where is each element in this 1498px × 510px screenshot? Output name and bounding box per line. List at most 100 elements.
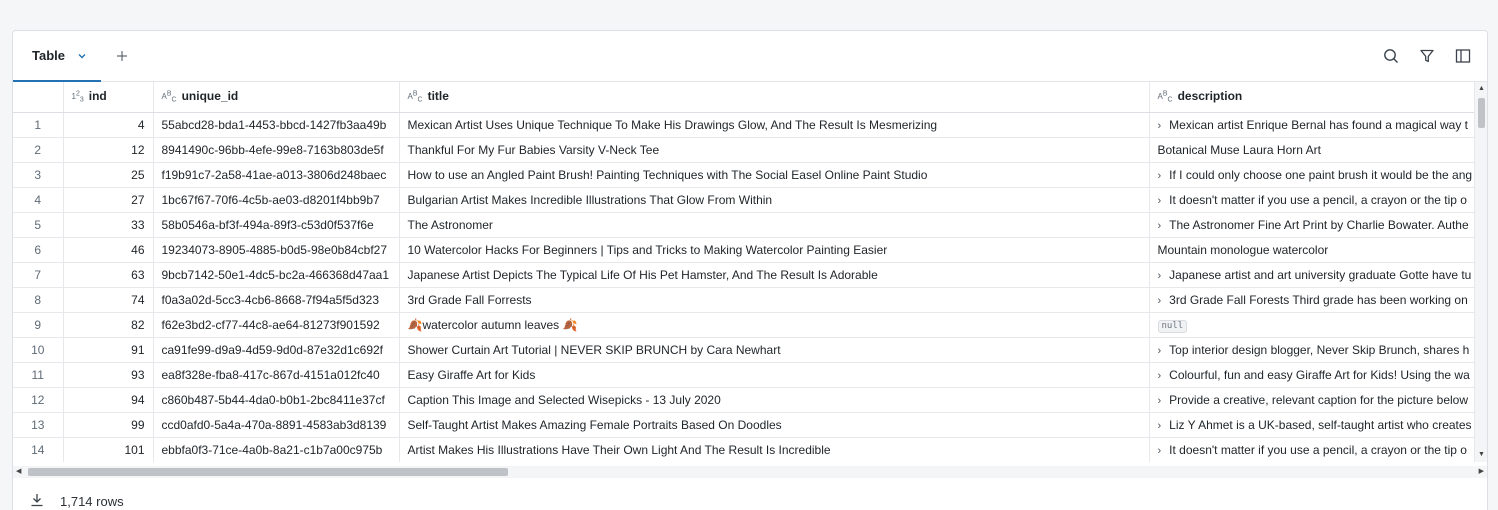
row-number-cell[interactable]: 3 <box>13 162 64 188</box>
description-cell[interactable]: › Provide a creative, relevant caption fo… <box>1149 387 1487 413</box>
description-cell[interactable]: › Liz Y Ahmet is a UK-based, self-taught … <box>1149 412 1487 438</box>
description-cell[interactable]: › If I could only choose one paint brush … <box>1149 162 1487 188</box>
ind-cell[interactable]: 94 <box>63 387 154 413</box>
expand-chevron-icon[interactable]: › <box>1158 120 1162 132</box>
unique-id-cell[interactable]: 9bcb7142-50e1-4dc5-bc2a-466368d47aa1 <box>153 262 400 288</box>
table-row[interactable]: 2 12 8941490c-96bb-4efe-99e8-7163b803de5f T… <box>13 137 1487 163</box>
table-row[interactable]: 3 25 f19b91c7-2a58-41ae-a013-3806d248baec H… <box>13 162 1487 188</box>
ind-cell[interactable]: 27 <box>63 187 154 213</box>
row-number-cell[interactable]: 6 <box>13 237 64 263</box>
scroll-left-icon[interactable]: ◀ <box>16 466 21 478</box>
scroll-down-icon[interactable]: ▼ <box>1477 451 1486 459</box>
unique-id-cell[interactable]: c860b487-5b44-4da0-b0b1-2bc8411e37cf <box>153 387 400 413</box>
row-number-cell[interactable]: 14 <box>13 437 64 462</box>
table-row[interactable]: 11 93 ea8f328e-fba8-417c-867d-4151a012fc40… <box>13 362 1487 388</box>
description-cell[interactable]: › Top interior design blogger, Never Skip… <box>1149 337 1487 363</box>
ind-cell[interactable]: 25 <box>63 162 154 188</box>
description-cell[interactable]: › 3rd Grade Fall Forests Third grade has … <box>1149 287 1487 313</box>
description-cell[interactable]: Botanical Muse Laura Horn Art <box>1149 137 1487 163</box>
column-header-ind[interactable]: 123 ind <box>63 82 154 113</box>
title-cell[interactable]: Shower Curtain Art Tutorial | NEVER SKIP… <box>399 337 1150 363</box>
scroll-up-icon[interactable]: ▲ <box>1477 85 1486 93</box>
expand-chevron-icon[interactable]: › <box>1158 345 1162 357</box>
scroll-right-icon[interactable]: ▶ <box>1479 466 1484 478</box>
row-number-cell[interactable]: 9 <box>13 312 64 338</box>
column-header-unique-id[interactable]: ABC unique_id <box>153 82 400 113</box>
sidebar-toggle-icon[interactable] <box>1454 47 1472 65</box>
unique-id-cell[interactable]: ca91fe99-d9a9-4d59-9d0d-87e32d1c692f <box>153 337 400 363</box>
table-row[interactable]: 13 99 ccd0afd0-5a4a-470a-8891-4583ab3d8139… <box>13 412 1487 438</box>
description-cell[interactable]: › Japanese artist and art university grad… <box>1149 262 1487 288</box>
expand-chevron-icon[interactable]: › <box>1158 295 1162 307</box>
description-cell[interactable]: null <box>1149 312 1487 338</box>
ind-cell[interactable]: 91 <box>63 337 154 363</box>
download-icon[interactable] <box>30 493 44 510</box>
unique-id-cell[interactable]: 58b0546a-bf3f-494a-89f3-c53d0f537f6e <box>153 212 400 238</box>
ind-cell[interactable]: 63 <box>63 262 154 288</box>
description-cell[interactable]: › It doesn't matter if you use a pencil, … <box>1149 437 1487 462</box>
table-row[interactable]: 9 82 f62e3bd2-cf77-44c8-ae64-81273f901592 🍂… <box>13 312 1487 338</box>
ind-cell[interactable]: 33 <box>63 212 154 238</box>
title-cell[interactable]: Thankful For My Fur Babies Varsity V-Nec… <box>399 137 1150 163</box>
expand-chevron-icon[interactable]: › <box>1158 445 1162 457</box>
row-number-cell[interactable]: 10 <box>13 337 64 363</box>
expand-chevron-icon[interactable]: › <box>1158 270 1162 282</box>
row-number-cell[interactable]: 1 <box>13 112 64 138</box>
vertical-scroll-thumb[interactable] <box>1478 98 1485 128</box>
expand-chevron-icon[interactable]: › <box>1158 220 1162 232</box>
table-row[interactable]: 6 46 19234073-8905-4885-b0d5-98e0b84cbf27 1… <box>13 237 1487 263</box>
ind-cell[interactable]: 12 <box>63 137 154 163</box>
title-cell[interactable]: 🍂watercolor autumn leaves 🍂 <box>399 312 1150 338</box>
table-row[interactable]: 10 91 ca91fe99-d9a9-4d59-9d0d-87e32d1c692f… <box>13 337 1487 363</box>
table-row[interactable]: 14 101 ebbfa0f3-71ce-4a0b-8a21-c1b7a00c975… <box>13 437 1487 462</box>
row-number-cell[interactable]: 11 <box>13 362 64 388</box>
title-cell[interactable]: Japanese Artist Depicts The Typical Life… <box>399 262 1150 288</box>
unique-id-cell[interactable]: ccd0afd0-5a4a-470a-8891-4583ab3d8139 <box>153 412 400 438</box>
row-number-cell[interactable]: 2 <box>13 137 64 163</box>
horizontal-scroll-thumb[interactable] <box>28 468 508 476</box>
row-number-cell[interactable]: 7 <box>13 262 64 288</box>
table-row[interactable]: 12 94 c860b487-5b44-4da0-b0b1-2bc8411e37cf… <box>13 387 1487 413</box>
expand-chevron-icon[interactable]: › <box>1158 170 1162 182</box>
title-cell[interactable]: Self-Taught Artist Makes Amazing Female … <box>399 412 1150 438</box>
column-header-description[interactable]: ABC description <box>1149 82 1487 113</box>
description-cell[interactable]: › The Astronomer Fine Art Print by Charli… <box>1149 212 1487 238</box>
unique-id-cell[interactable]: 8941490c-96bb-4efe-99e8-7163b803de5f <box>153 137 400 163</box>
description-cell[interactable]: › Colourful, fun and easy Giraffe Art for… <box>1149 362 1487 388</box>
row-number-cell[interactable]: 4 <box>13 187 64 213</box>
ind-cell[interactable]: 82 <box>63 312 154 338</box>
plus-icon[interactable] <box>113 47 131 65</box>
ind-cell[interactable]: 99 <box>63 412 154 438</box>
title-cell[interactable]: The Astronomer <box>399 212 1150 238</box>
ind-cell[interactable]: 74 <box>63 287 154 313</box>
search-icon[interactable] <box>1382 47 1400 65</box>
unique-id-cell[interactable]: f62e3bd2-cf77-44c8-ae64-81273f901592 <box>153 312 400 338</box>
row-number-cell[interactable]: 5 <box>13 212 64 238</box>
title-cell[interactable]: Easy Giraffe Art for Kids <box>399 362 1150 388</box>
unique-id-cell[interactable]: ea8f328e-fba8-417c-867d-4151a012fc40 <box>153 362 400 388</box>
table-row[interactable]: 1 4 55abcd28-bda1-4453-bbcd-1427fb3aa49b Me… <box>13 112 1487 138</box>
expand-chevron-icon[interactable]: › <box>1158 395 1162 407</box>
unique-id-cell[interactable]: f19b91c7-2a58-41ae-a013-3806d248baec <box>153 162 400 188</box>
description-cell[interactable]: › Mexican artist Enrique Bernal has found… <box>1149 112 1487 138</box>
horizontal-scrollbar[interactable]: ◀ ▶ <box>13 466 1487 478</box>
table-row[interactable]: 7 63 9bcb7142-50e1-4dc5-bc2a-466368d47aa1 J… <box>13 262 1487 288</box>
expand-chevron-icon[interactable]: › <box>1158 420 1162 432</box>
filter-icon[interactable] <box>1418 47 1436 65</box>
row-number-cell[interactable]: 8 <box>13 287 64 313</box>
description-cell[interactable]: Mountain monologue watercolor <box>1149 237 1487 263</box>
unique-id-cell[interactable]: 55abcd28-bda1-4453-bbcd-1427fb3aa49b <box>153 112 400 138</box>
ind-cell[interactable]: 93 <box>63 362 154 388</box>
tab-table[interactable]: Table <box>13 31 101 82</box>
column-header-title[interactable]: ABC title <box>399 82 1150 113</box>
vertical-scrollbar[interactable]: ▲ ▼ <box>1474 82 1487 462</box>
ind-cell[interactable]: 101 <box>63 437 154 462</box>
title-cell[interactable]: Artist Makes His Illustrations Have Thei… <box>399 437 1150 462</box>
row-number-cell[interactable]: 13 <box>13 412 64 438</box>
table-row[interactable]: 4 27 1bc67f67-70f6-4c5b-ae03-d8201f4bb9b7 B… <box>13 187 1487 213</box>
expand-chevron-icon[interactable]: › <box>1158 195 1162 207</box>
description-cell[interactable]: › It doesn't matter if you use a pencil, … <box>1149 187 1487 213</box>
title-cell[interactable]: How to use an Angled Paint Brush! Painti… <box>399 162 1150 188</box>
ind-cell[interactable]: 4 <box>63 112 154 138</box>
unique-id-cell[interactable]: f0a3a02d-5cc3-4cb6-8668-7f94a5f5d323 <box>153 287 400 313</box>
